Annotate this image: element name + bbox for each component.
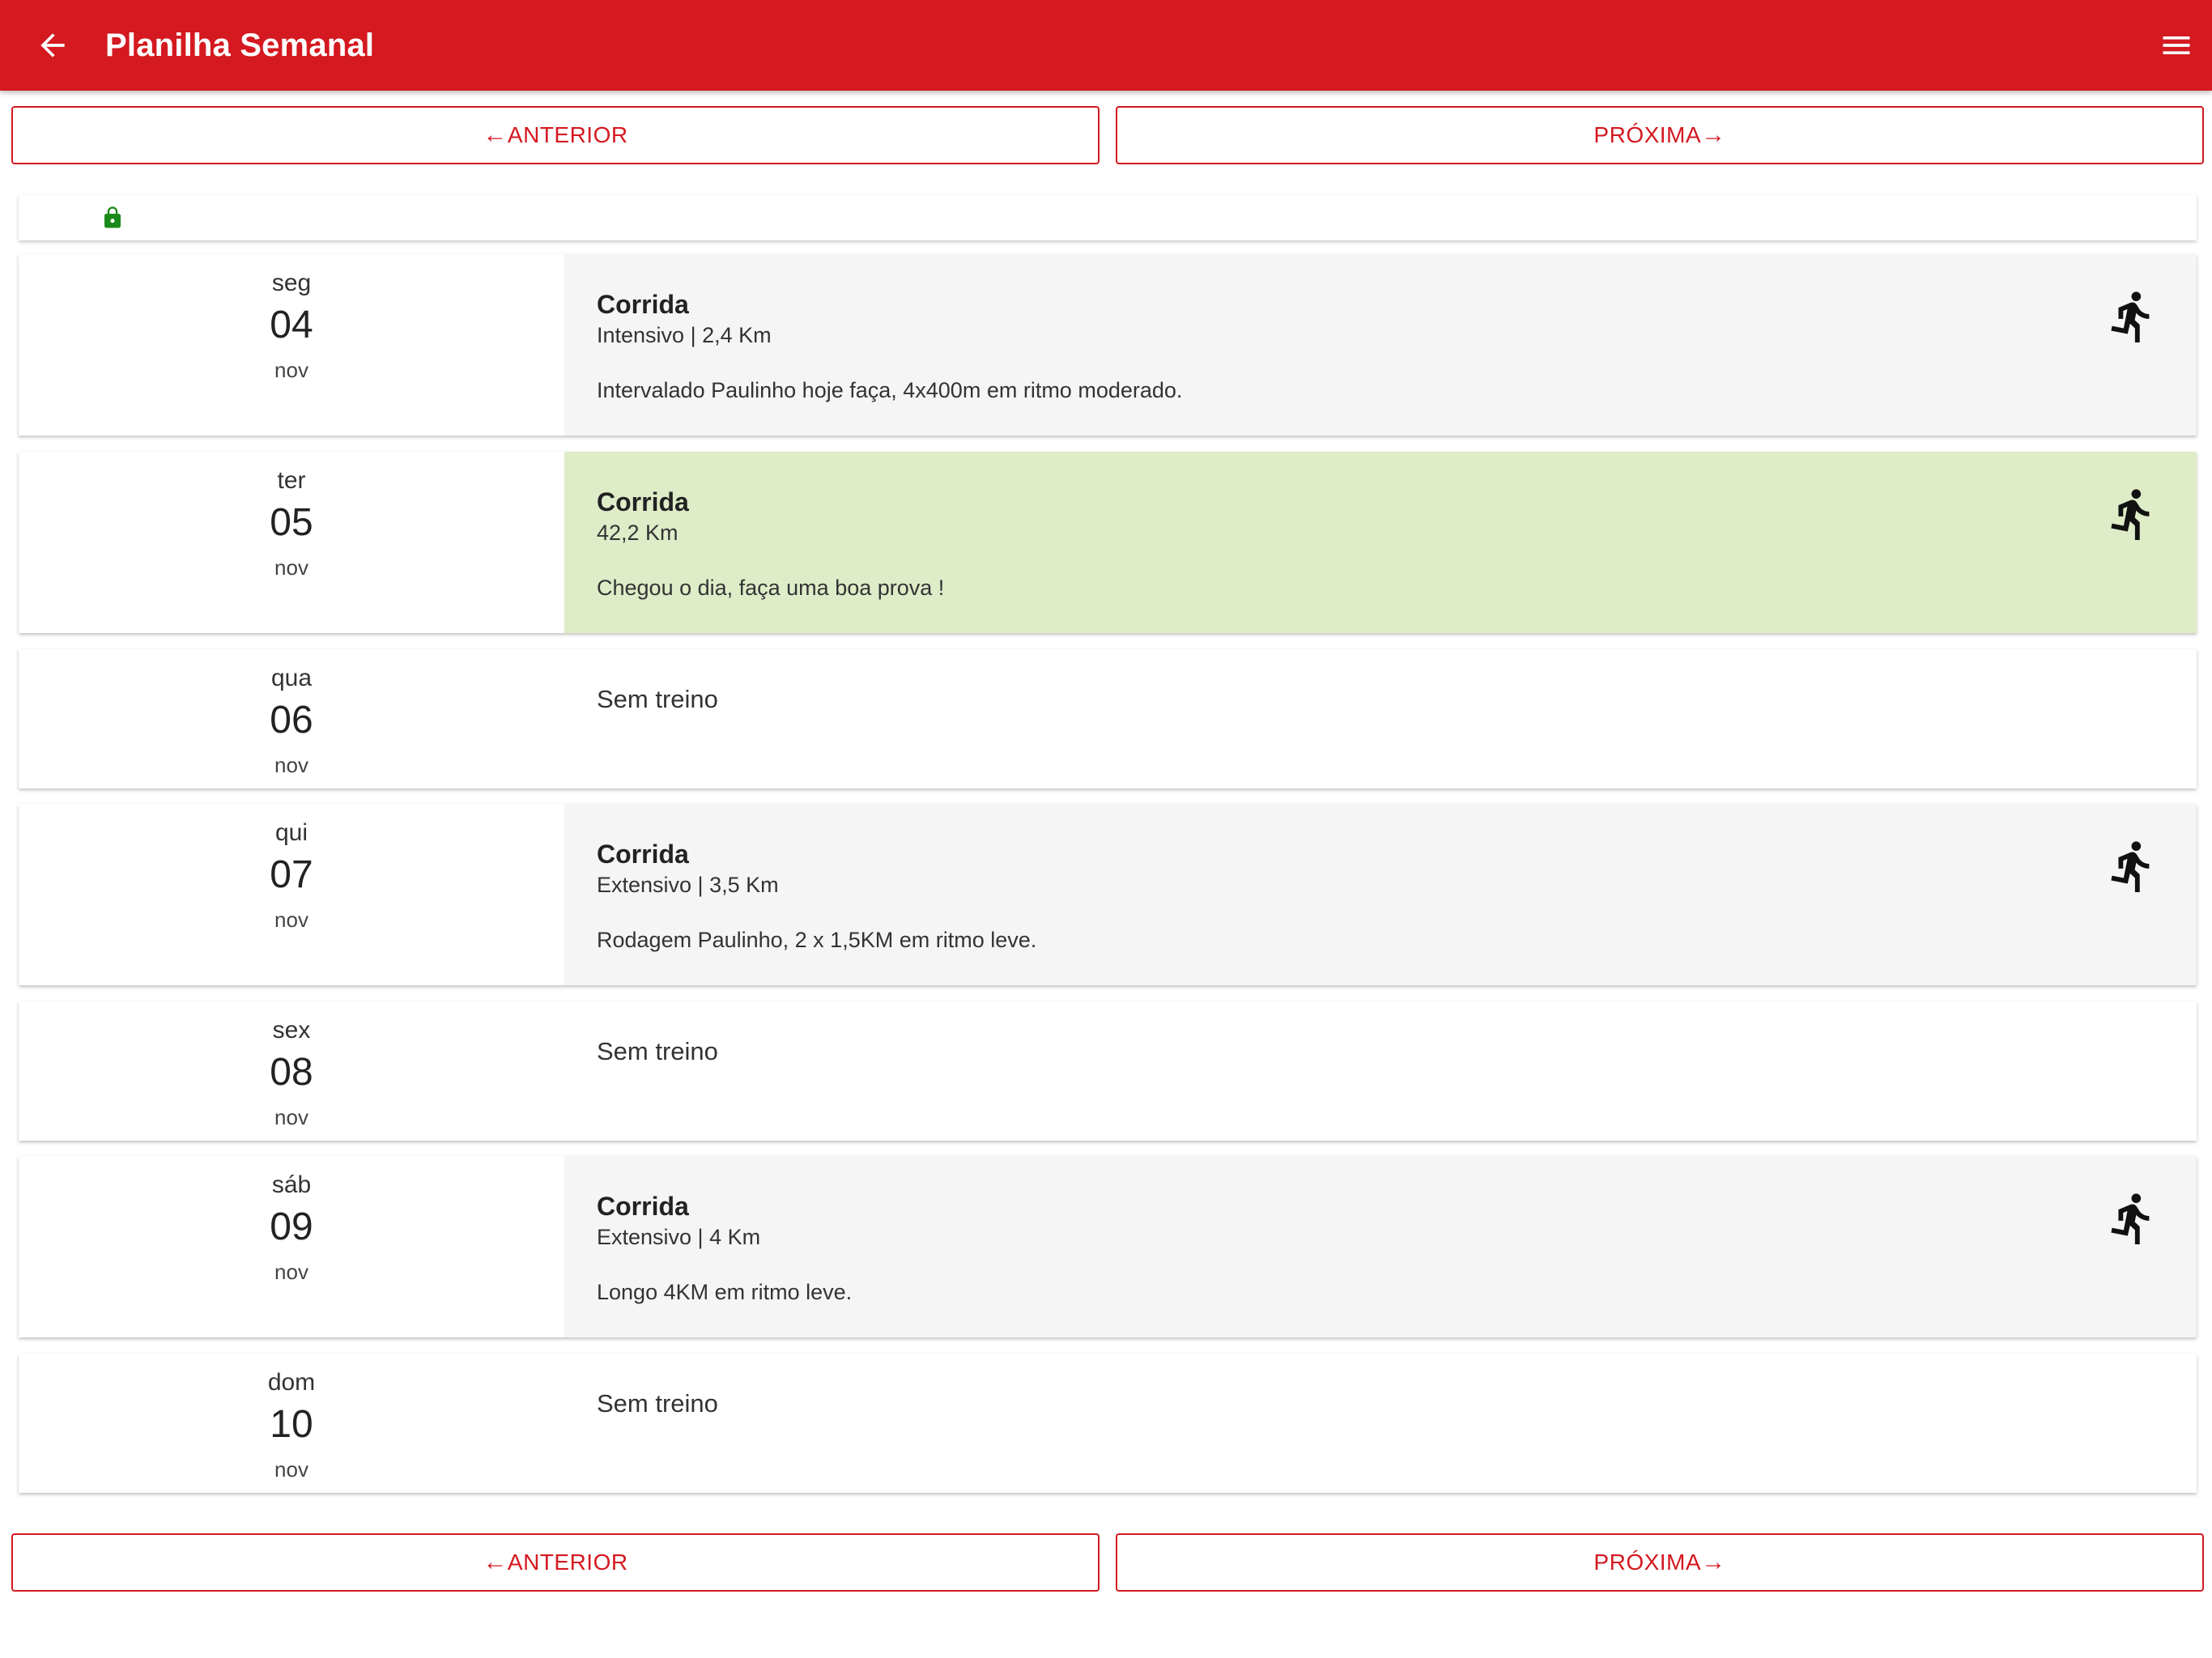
day-of-week: seg bbox=[271, 270, 312, 296]
date-column: ter 05 nov bbox=[19, 452, 564, 633]
week-nav-bottom: ← ANTERIOR PRÓXIMA → bbox=[11, 1533, 2204, 1592]
workout-subtitle: 42,2 Km bbox=[597, 521, 678, 545]
back-button[interactable] bbox=[0, 0, 105, 91]
date-column: seg 04 nov bbox=[19, 254, 564, 436]
day-of-week: qua bbox=[270, 665, 313, 691]
day-card-seg[interactable]: seg 04 nov Corrida Intensivo | 2,4 Km In… bbox=[19, 254, 2197, 436]
arrow-right-icon: → bbox=[1701, 1549, 1726, 1575]
workout-description: Intervalado Paulinho hoje faça, 4x400m e… bbox=[597, 378, 1183, 402]
workout-content: Sem treino bbox=[564, 1354, 2197, 1493]
workout-content: Corrida Extensivo | 4 Km Longo 4KM em ri… bbox=[564, 1156, 2197, 1337]
day-of-week: sáb bbox=[271, 1171, 312, 1198]
day-card-dom[interactable]: dom 10 nov Sem treino bbox=[19, 1354, 2197, 1493]
day-of-week: ter bbox=[277, 467, 306, 494]
workout-subtitle: Extensivo | 3,5 Km bbox=[597, 873, 779, 897]
workout-subtitle: Extensivo | 4 Km bbox=[597, 1225, 761, 1249]
day-of-week: dom bbox=[267, 1369, 316, 1396]
month-label: nov bbox=[274, 1260, 308, 1284]
month-label: nov bbox=[274, 1105, 308, 1129]
day-card-qui[interactable]: qui 07 nov Corrida Extensivo | 3,5 Km Ro… bbox=[19, 804, 2197, 985]
workout-description: Rodagem Paulinho, 2 x 1,5KM em ritmo lev… bbox=[597, 928, 1037, 952]
arrow-left-icon: ← bbox=[483, 121, 508, 148]
date-column: qua 06 nov bbox=[19, 649, 564, 789]
rest-day-label: Sem treino bbox=[597, 1389, 718, 1418]
day-of-week: qui bbox=[274, 819, 308, 846]
hamburger-menu-icon bbox=[2163, 36, 2190, 54]
lock-icon bbox=[100, 205, 125, 231]
date-column: qui 07 nov bbox=[19, 804, 564, 985]
day-card-ter[interactable]: ter 05 nov Corrida 42,2 Km Chegou o dia,… bbox=[19, 452, 2197, 633]
workout-title: Corrida bbox=[597, 290, 689, 319]
workout-title: Corrida bbox=[597, 1192, 689, 1221]
workout-content: Sem treino bbox=[564, 649, 2197, 789]
arrow-right-icon: → bbox=[1701, 121, 1726, 148]
previous-week-button[interactable]: ← ANTERIOR bbox=[11, 106, 1100, 164]
running-person-icon bbox=[2111, 489, 2150, 541]
date-column: sex 08 nov bbox=[19, 1001, 564, 1141]
rest-day-label: Sem treino bbox=[597, 1037, 718, 1065]
date-column: sáb 09 nov bbox=[19, 1156, 564, 1337]
day-number: 07 bbox=[270, 853, 313, 896]
arrow-left-icon bbox=[40, 33, 65, 57]
previous-week-label: ANTERIOR bbox=[507, 122, 628, 147]
next-week-label: PRÓXIMA bbox=[1593, 122, 1702, 147]
day-number: 10 bbox=[270, 1403, 313, 1446]
day-number: 04 bbox=[270, 304, 313, 346]
workout-subtitle: Intensivo | 2,4 Km bbox=[597, 323, 772, 347]
day-card-sab[interactable]: sáb 09 nov Corrida Extensivo | 4 Km Long… bbox=[19, 1156, 2197, 1337]
day-number: 09 bbox=[270, 1205, 313, 1248]
running-person-icon bbox=[2111, 841, 2150, 893]
page-title: Planilha Semanal bbox=[105, 27, 375, 63]
day-number: 05 bbox=[270, 501, 313, 544]
day-number: 06 bbox=[270, 699, 313, 742]
next-week-button[interactable]: PRÓXIMA → bbox=[1116, 1533, 2204, 1592]
workout-title: Corrida bbox=[597, 840, 689, 869]
workout-content: Corrida Intensivo | 2,4 Km Intervalado P… bbox=[564, 254, 2197, 436]
month-label: nov bbox=[274, 555, 308, 580]
app-bar: Planilha Semanal bbox=[0, 0, 2212, 91]
running-person-icon bbox=[2111, 1193, 2150, 1245]
arrow-left-icon: ← bbox=[483, 1549, 508, 1575]
previous-week-label: ANTERIOR bbox=[507, 1550, 628, 1575]
next-week-label: PRÓXIMA bbox=[1593, 1550, 1702, 1575]
month-label: nov bbox=[274, 1457, 308, 1482]
month-label: nov bbox=[274, 358, 308, 382]
date-column: dom 10 nov bbox=[19, 1354, 564, 1493]
week-nav-top: ← ANTERIOR PRÓXIMA → bbox=[11, 106, 2204, 164]
day-of-week: sex bbox=[272, 1017, 311, 1044]
day-card-qua[interactable]: qua 06 nov Sem treino bbox=[19, 649, 2197, 789]
workout-description: Longo 4KM em ritmo leve. bbox=[597, 1280, 853, 1304]
workout-content: Sem treino bbox=[564, 1001, 2197, 1141]
workout-content: Corrida Extensivo | 3,5 Km Rodagem Pauli… bbox=[564, 804, 2197, 985]
month-label: nov bbox=[274, 908, 308, 932]
rest-day-label: Sem treino bbox=[597, 685, 718, 713]
next-week-button[interactable]: PRÓXIMA → bbox=[1116, 106, 2204, 164]
lock-status-bar bbox=[19, 195, 2197, 240]
menu-button[interactable] bbox=[2152, 21, 2201, 70]
workout-title: Corrida bbox=[597, 487, 689, 517]
day-number: 08 bbox=[270, 1051, 313, 1094]
running-person-icon bbox=[2111, 291, 2150, 343]
previous-week-button[interactable]: ← ANTERIOR bbox=[11, 1533, 1100, 1592]
workout-content: Corrida 42,2 Km Chegou o dia, faça uma b… bbox=[564, 452, 2197, 633]
workout-description: Chegou o dia, faça uma boa prova ! bbox=[597, 576, 945, 600]
day-card-sex[interactable]: sex 08 nov Sem treino bbox=[19, 1001, 2197, 1141]
month-label: nov bbox=[274, 753, 308, 777]
